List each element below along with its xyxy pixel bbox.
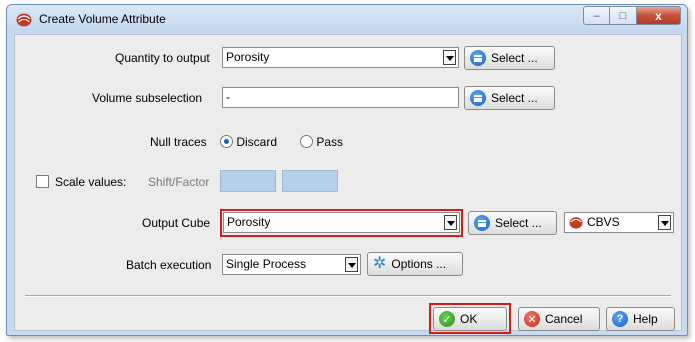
chevron-down-icon[interactable] bbox=[345, 257, 358, 272]
batch-execution-value: Single Process bbox=[226, 257, 307, 271]
output-cube-select-button[interactable]: Select ... bbox=[468, 211, 557, 235]
title-bar[interactable]: Create Volume Attribute – □ x bbox=[7, 5, 687, 33]
app-logo-icon bbox=[16, 13, 32, 27]
dialog-window: Create Volume Attribute – □ x Quantity t… bbox=[6, 4, 688, 336]
format-logo-icon bbox=[569, 217, 583, 229]
quantity-select-label: Select ... bbox=[491, 51, 538, 65]
batch-execution-combo[interactable]: Single Process bbox=[222, 254, 361, 275]
volume-subselection-field[interactable]: - bbox=[222, 87, 459, 108]
volume-select-button[interactable]: Select ... bbox=[464, 86, 555, 110]
minimize-icon: – bbox=[593, 9, 600, 22]
footer-separator bbox=[25, 295, 671, 297]
list-icon bbox=[474, 215, 490, 231]
radio-pass-label: Pass bbox=[316, 135, 344, 149]
factor-field[interactable] bbox=[282, 170, 338, 192]
batch-execution-label: Batch execution bbox=[126, 258, 212, 272]
cancel-label: Cancel bbox=[545, 312, 583, 326]
volume-subselection-label: Volume subselection bbox=[92, 91, 203, 105]
window-title: Create Volume Attribute bbox=[39, 12, 166, 26]
close-icon: ✕ bbox=[524, 311, 540, 327]
quantity-combo[interactable]: Porosity bbox=[222, 47, 459, 68]
maximize-icon: □ bbox=[619, 9, 627, 22]
quantity-select-button[interactable]: Select ... bbox=[464, 46, 555, 70]
maximize-button[interactable]: □ bbox=[610, 6, 637, 25]
output-format-value: CBVS bbox=[587, 215, 620, 229]
output-cube-label: Output Cube bbox=[142, 216, 211, 230]
quantity-label: Quantity to output bbox=[115, 51, 210, 65]
null-traces-label: Null traces bbox=[150, 135, 207, 149]
ok-button[interactable]: ✓ OK bbox=[433, 307, 507, 331]
output-cube-select-label: Select ... bbox=[495, 216, 542, 230]
scale-values-label: Scale values: bbox=[55, 175, 127, 189]
gear-icon: ✲ bbox=[373, 255, 387, 272]
chevron-down-icon[interactable] bbox=[444, 215, 457, 230]
cancel-button[interactable]: ✕ Cancel bbox=[518, 307, 600, 331]
help-icon: ? bbox=[612, 311, 628, 327]
help-button[interactable]: ? Help bbox=[606, 307, 675, 331]
minimize-button[interactable]: – bbox=[583, 6, 610, 25]
radio-pass-button[interactable] bbox=[300, 135, 313, 148]
radio-discard[interactable]: Discard bbox=[220, 135, 277, 149]
scale-values-checkbox[interactable] bbox=[36, 175, 49, 188]
chevron-down-icon[interactable] bbox=[658, 215, 671, 230]
radio-pass[interactable]: Pass bbox=[300, 135, 343, 149]
output-cube-value: Porosity bbox=[227, 215, 271, 229]
volume-select-label: Select ... bbox=[491, 91, 538, 105]
list-icon bbox=[470, 50, 486, 66]
volume-subselection-value: - bbox=[226, 90, 230, 104]
chevron-down-icon[interactable] bbox=[443, 50, 456, 65]
dialog-body: Quantity to output Porosity Select ... V… bbox=[14, 34, 682, 334]
radio-discard-button[interactable] bbox=[220, 135, 233, 148]
shift-field[interactable] bbox=[220, 170, 276, 192]
close-icon: x bbox=[655, 8, 662, 23]
output-format-combo[interactable]: CBVS bbox=[564, 212, 674, 233]
close-button[interactable]: x bbox=[637, 6, 681, 25]
check-icon: ✓ bbox=[439, 311, 455, 327]
options-button[interactable]: ✲ Options ... bbox=[367, 252, 463, 276]
quantity-value: Porosity bbox=[226, 50, 270, 64]
list-icon bbox=[470, 90, 486, 106]
ok-label: OK bbox=[460, 312, 478, 326]
help-label: Help bbox=[633, 312, 658, 326]
options-label: Options ... bbox=[391, 257, 447, 271]
radio-discard-label: Discard bbox=[236, 135, 278, 149]
shift-factor-label: Shift/Factor bbox=[148, 175, 210, 189]
output-cube-combo[interactable]: Porosity bbox=[223, 212, 460, 233]
